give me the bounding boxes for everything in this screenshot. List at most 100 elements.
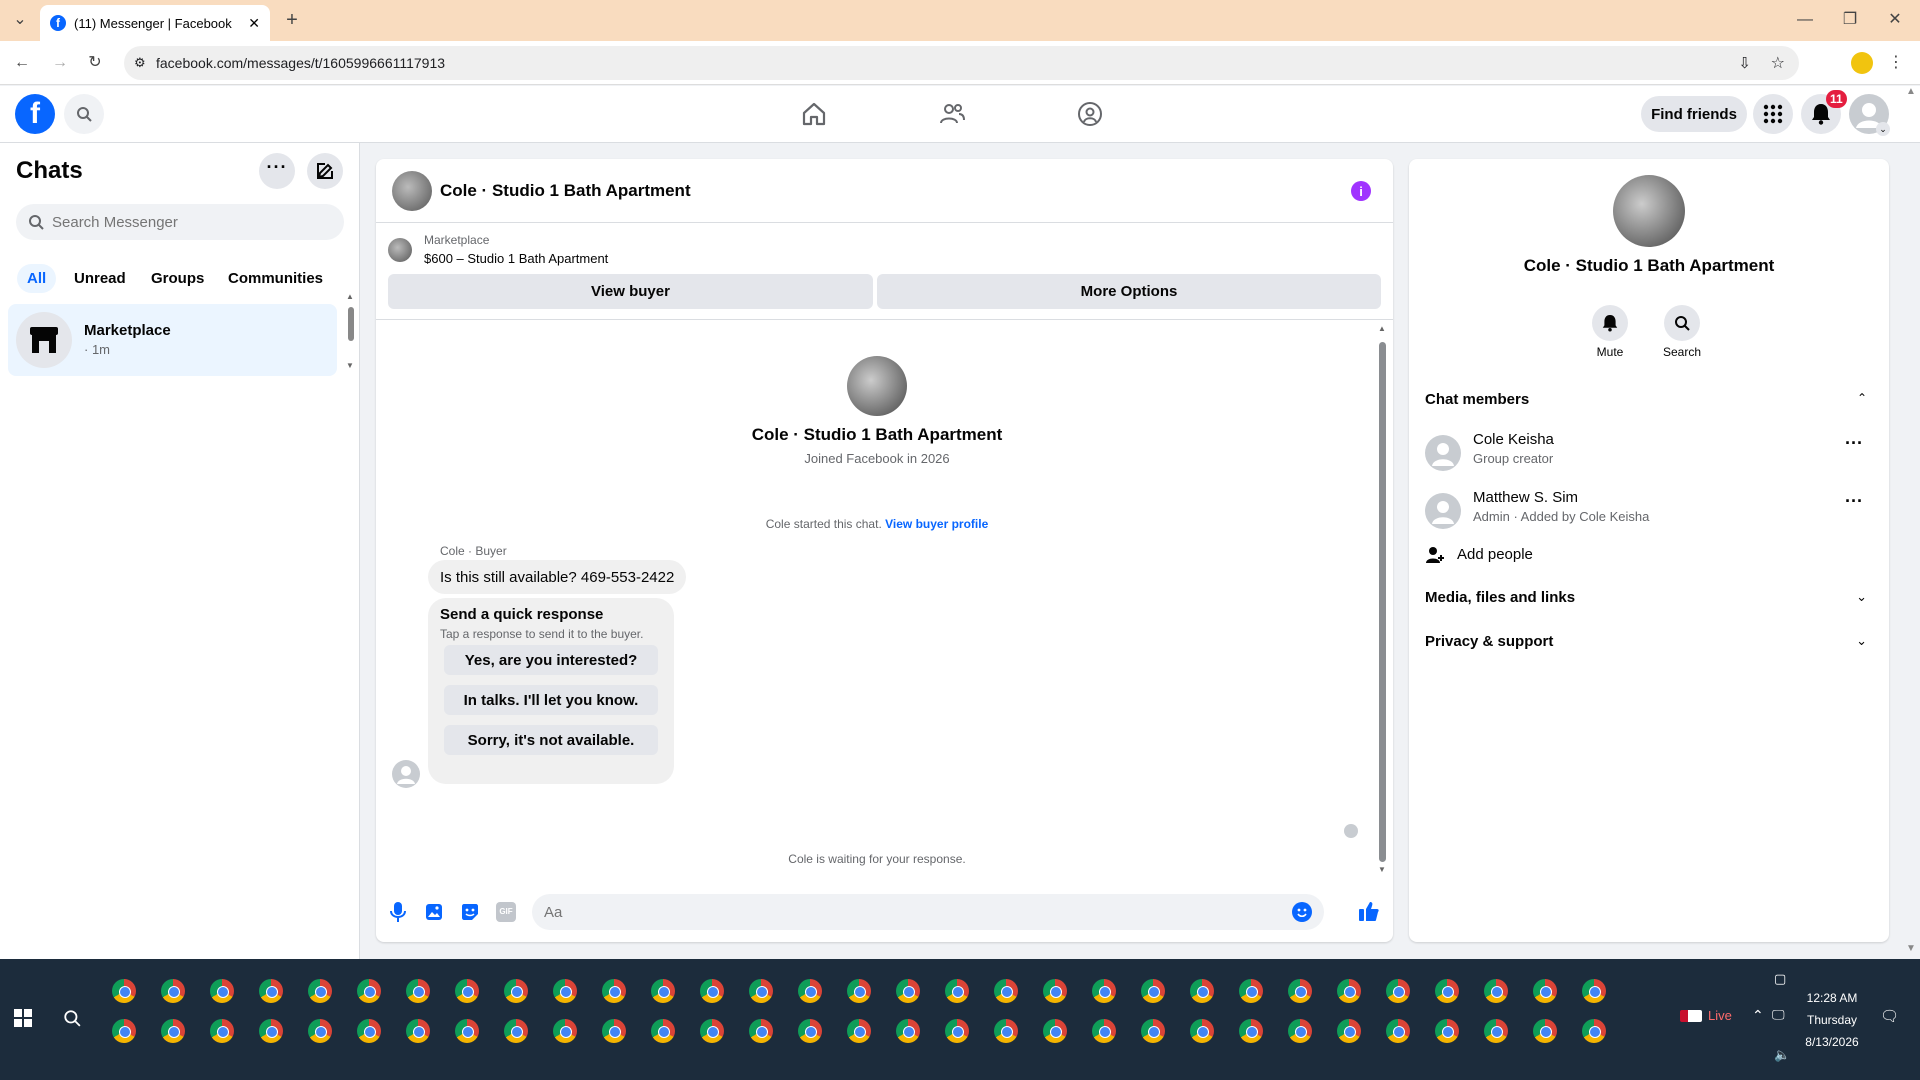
taskbar-chrome-icon[interactable] (1190, 1019, 1214, 1043)
chat-list-item[interactable]: Marketplace · 1m (8, 304, 337, 376)
taskbar-chrome-icon[interactable] (1533, 1019, 1557, 1043)
member-row[interactable]: Matthew S. Sim Admin · Added by Cole Kei… (1425, 487, 1873, 535)
quick-response-not-available[interactable]: Sorry, it's not available. (444, 725, 658, 755)
reload-icon[interactable]: ↻ (85, 53, 105, 73)
search-icon[interactable] (64, 94, 104, 134)
forward-icon[interactable]: → (50, 53, 70, 73)
notification-center-icon[interactable]: 🗨 (1880, 1007, 1899, 1025)
profile-icon[interactable] (1851, 52, 1873, 74)
like-thumbs-up-icon[interactable] (1358, 900, 1380, 927)
taskbar-chrome-icon[interactable] (357, 1019, 381, 1043)
taskbar-chrome-icon[interactable] (1141, 979, 1165, 1003)
chat-options-icon[interactable]: ··· (259, 153, 295, 189)
taskbar-chrome-icon[interactable] (1239, 979, 1263, 1003)
filter-groups[interactable]: Groups (141, 264, 214, 293)
network-icon[interactable]: 🖵 (1772, 1007, 1785, 1023)
add-people-button[interactable]: Add people (1425, 543, 1873, 573)
taskbar-chrome-icon[interactable] (357, 979, 381, 1003)
volume-icon[interactable]: 🔈 (1774, 1047, 1790, 1063)
sender-avatar[interactable] (392, 760, 420, 788)
restore-icon[interactable]: ❐ (1840, 10, 1860, 30)
mute-bell-icon[interactable] (1592, 305, 1628, 341)
browser-menu-icon[interactable]: ⋮ (1886, 53, 1906, 73)
sidebar-scroll-up-icon[interactable]: ▲ (346, 292, 354, 301)
taskbar-chrome-icon[interactable] (553, 979, 577, 1003)
messages-scroll-up-icon[interactable]: ▲ (1378, 324, 1386, 333)
sticker-icon[interactable] (460, 902, 480, 927)
message-bubble[interactable]: Is this still available? 469-553-2422 (428, 560, 687, 594)
sidebar-scrollbar[interactable] (348, 307, 354, 341)
sidebar-scroll-down-icon[interactable]: ▼ (346, 361, 354, 370)
url-field[interactable]: ⚙ facebook.com/messages/t/16059966611179… (124, 46, 1799, 80)
taskbar-chrome-icon[interactable] (1582, 1019, 1606, 1043)
taskbar-chrome-icon[interactable] (896, 979, 920, 1003)
site-info-icon[interactable]: ⚙ (134, 55, 146, 71)
taskbar-chrome-icon[interactable] (1239, 1019, 1263, 1043)
emoji-icon[interactable] (1292, 902, 1312, 922)
taskbar-chrome-icon[interactable] (1533, 979, 1557, 1003)
taskbar-chrome-icon[interactable] (1582, 979, 1606, 1003)
taskbar-chrome-icon[interactable] (259, 1019, 283, 1043)
taskbar-chrome-icon[interactable] (161, 979, 185, 1003)
taskbar-chrome-icon[interactable] (847, 979, 871, 1003)
account-chevron-icon[interactable]: ⌄ (1876, 122, 1890, 136)
friends-icon[interactable] (938, 100, 966, 133)
listing-thumbnail[interactable] (388, 238, 412, 262)
search-icon[interactable] (1664, 305, 1700, 341)
menu-grid-icon[interactable] (1753, 94, 1793, 134)
taskbar-chrome-icon[interactable] (1043, 1019, 1067, 1043)
taskbar-chrome-icon[interactable] (1386, 1019, 1410, 1043)
taskbar-chrome-icon[interactable] (1435, 979, 1459, 1003)
taskbar-chrome-icon[interactable] (210, 1019, 234, 1043)
info-icon[interactable]: i (1351, 181, 1371, 201)
start-windows-icon[interactable] (14, 1009, 32, 1032)
close-window-icon[interactable]: ✕ (1885, 10, 1905, 30)
live-badge[interactable]: Live (1680, 1008, 1732, 1023)
find-friends-button[interactable]: Find friends (1641, 96, 1747, 132)
media-section-header[interactable]: Media, files and links ⌄ (1425, 589, 1873, 613)
taskbar-chrome-icon[interactable] (651, 1019, 675, 1043)
quick-response-yes[interactable]: Yes, are you interested? (444, 645, 658, 675)
taskbar-chrome-icon[interactable] (651, 979, 675, 1003)
taskbar-chrome-icon[interactable] (1484, 1019, 1508, 1043)
search-messenger-input[interactable] (52, 213, 332, 231)
taskbar-chrome-icon[interactable] (1288, 1019, 1312, 1043)
taskbar-chrome-icon[interactable] (602, 979, 626, 1003)
taskbar-chrome-icon[interactable] (455, 979, 479, 1003)
chat-members-section-header[interactable]: Chat members ⌃ (1425, 391, 1873, 415)
show-hidden-icons[interactable]: ⌃ (1752, 1007, 1764, 1024)
install-app-icon[interactable]: ⇩ (1738, 54, 1751, 72)
taskbar-chrome-icon[interactable] (700, 979, 724, 1003)
taskbar-chrome-icon[interactable] (210, 979, 234, 1003)
quick-response-in-talks[interactable]: In talks. I'll let you know. (444, 685, 658, 715)
messages-scrollbar[interactable] (1379, 342, 1386, 862)
close-tab-icon[interactable]: ✕ (248, 15, 260, 32)
details-photo[interactable] (1613, 175, 1685, 247)
facebook-logo-icon[interactable]: f (15, 94, 55, 134)
conversation-title[interactable]: Cole · Studio 1 Bath Apartment (440, 181, 691, 201)
taskbar-chrome-icon[interactable] (161, 1019, 185, 1043)
view-buyer-button[interactable]: View buyer (388, 274, 873, 309)
taskbar-chrome-icon[interactable] (896, 1019, 920, 1043)
taskbar-chrome-icon[interactable] (798, 1019, 822, 1043)
listing-title[interactable]: $600 – Studio 1 Bath Apartment (424, 251, 608, 266)
taskbar-chrome-icon[interactable] (1484, 979, 1508, 1003)
page-scrollbar-up-icon[interactable]: ▲ (1906, 86, 1916, 97)
page-scroll-down-icon[interactable]: ▼ (1906, 943, 1916, 954)
taskbar-chrome-icon[interactable] (308, 979, 332, 1003)
message-input[interactable] (544, 903, 1284, 921)
taskbar-chrome-icon[interactable] (798, 979, 822, 1003)
taskbar-chrome-icon[interactable] (994, 979, 1018, 1003)
bookmark-star-icon[interactable]: ☆ (1771, 53, 1785, 73)
view-buyer-profile-link[interactable]: View buyer profile (885, 517, 988, 531)
taskbar-chrome-icon[interactable] (1092, 1019, 1116, 1043)
back-icon[interactable]: ← (12, 53, 32, 73)
gif-icon[interactable]: GIF (496, 902, 516, 922)
taskbar-chrome-icon[interactable] (749, 1019, 773, 1043)
taskbar-chrome-icon[interactable] (112, 1019, 136, 1043)
taskbar-chrome-icon[interactable] (259, 979, 283, 1003)
taskbar-chrome-icon[interactable] (1288, 979, 1312, 1003)
groups-icon[interactable] (1076, 100, 1104, 133)
message-input-field[interactable] (532, 894, 1324, 930)
taskbar-chrome-icon[interactable] (1141, 1019, 1165, 1043)
